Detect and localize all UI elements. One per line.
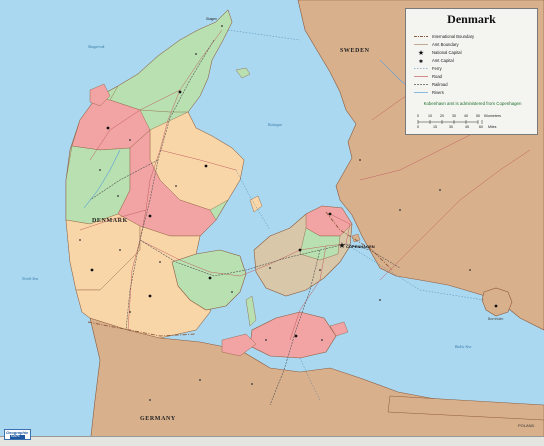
scale-mi-tick: 30 [449,125,453,129]
amt-capital-star-icon: ✱ [419,59,423,64]
amt-capital-aabenraa [148,294,152,298]
national-capital-star-icon: ★ [418,49,424,56]
international-boundary-icon [414,36,428,37]
legend-label: International Boundary [432,34,475,39]
road-icon [414,76,428,77]
label-bornholm: Bornholm [488,317,503,321]
scale-mi-tick: 45 [465,125,469,129]
amt-boundary-icon [414,44,428,45]
legend-label: National Capital [432,50,462,55]
label-sweden: SWEDEN [340,48,370,54]
label-copenhagen: COPENHAGEN [346,244,375,249]
label-kattegat: Kattegat [267,122,283,127]
legend-label: Road [432,74,443,79]
scale-mi-tick: 0 [417,125,419,129]
publisher-logo: Geographic MAPS [4,429,31,440]
scale-mi-unit: Miles [488,125,497,129]
publisher-sub: MAPS [11,434,20,438]
legend-item-railroad: Railroad [414,81,534,88]
scale-bar: 0 10 20 30 40 50 Kilometers 0 15 30 45 6… [416,113,531,133]
map-title: Denmark [447,12,496,26]
amt-capital-ronne [494,304,498,308]
national-capital-marker: ★ [338,241,345,250]
svg-text:★: ★ [418,49,424,56]
scale-mi-tick: 15 [433,125,437,129]
scale-km-unit: Kilometers [484,114,501,118]
legend-item-ferry: Ferry [414,65,534,72]
label-skagen: Skagen [206,17,217,21]
scale-km-tick: 50 [476,114,480,118]
legend-item-national-capital: ★ National Capital [414,49,534,56]
map-legend: Denmark International Boundary Amt Bound… [405,8,538,135]
legend-note: Kobenhavn amt is administered from Copen… [423,101,522,106]
label-denmark: DENMARK [92,218,128,224]
scale-km-tick: 10 [428,114,432,118]
legend-item-amt-capital: ✱ Amt Capital [414,57,534,64]
legend-item-amt-boundary: Amt Boundary [414,41,534,48]
legend-label: Amt Capital [432,58,454,63]
scale-km-tick: 30 [452,114,456,118]
amt-capital-nykobing [294,334,298,338]
scale-km-tick: 20 [440,114,444,118]
legend-item-international-boundary: International Boundary [414,33,534,40]
amt-capital-aarhus [204,164,208,168]
label-baltic-sea: Baltic Sea [455,344,471,349]
label-north-sea: North Sea [21,276,38,281]
label-poland: POLAND [518,423,535,428]
river-icon [414,92,428,93]
amt-capital-aalborg [178,90,182,94]
denmark-map: ★ SWEDEN DENMARK GERMANY POLAND North Se… [0,0,544,446]
scale-km-tick: 40 [464,114,468,118]
railroad-icon [414,84,428,85]
legend-label: Ferry [432,66,442,71]
svg-text:✱: ✱ [419,59,423,64]
legend-item-road: Road [414,73,534,80]
label-skagerrak: Skagerrak [88,44,105,49]
scale-bar-graphic [417,120,483,124]
amt-capital-odense [208,276,212,280]
amt-capital-ribe [90,268,94,272]
legend-label: Amt Boundary [432,42,459,47]
legend-label: Railroad [432,82,448,87]
label-germany: GERMANY [140,416,176,422]
amt-capital-viborg [106,126,110,130]
ferry-icon [414,68,428,69]
amt-capital-hillerod [328,212,332,216]
amt-capital-vejle [148,214,152,218]
scale-mi-tick: 60 [479,125,483,129]
legend-item-rivers: Rivers [414,89,534,96]
scale-km-tick: 0 [417,114,419,118]
amt-capital-roskilde [298,248,302,252]
legend-label: Rivers [432,90,444,95]
